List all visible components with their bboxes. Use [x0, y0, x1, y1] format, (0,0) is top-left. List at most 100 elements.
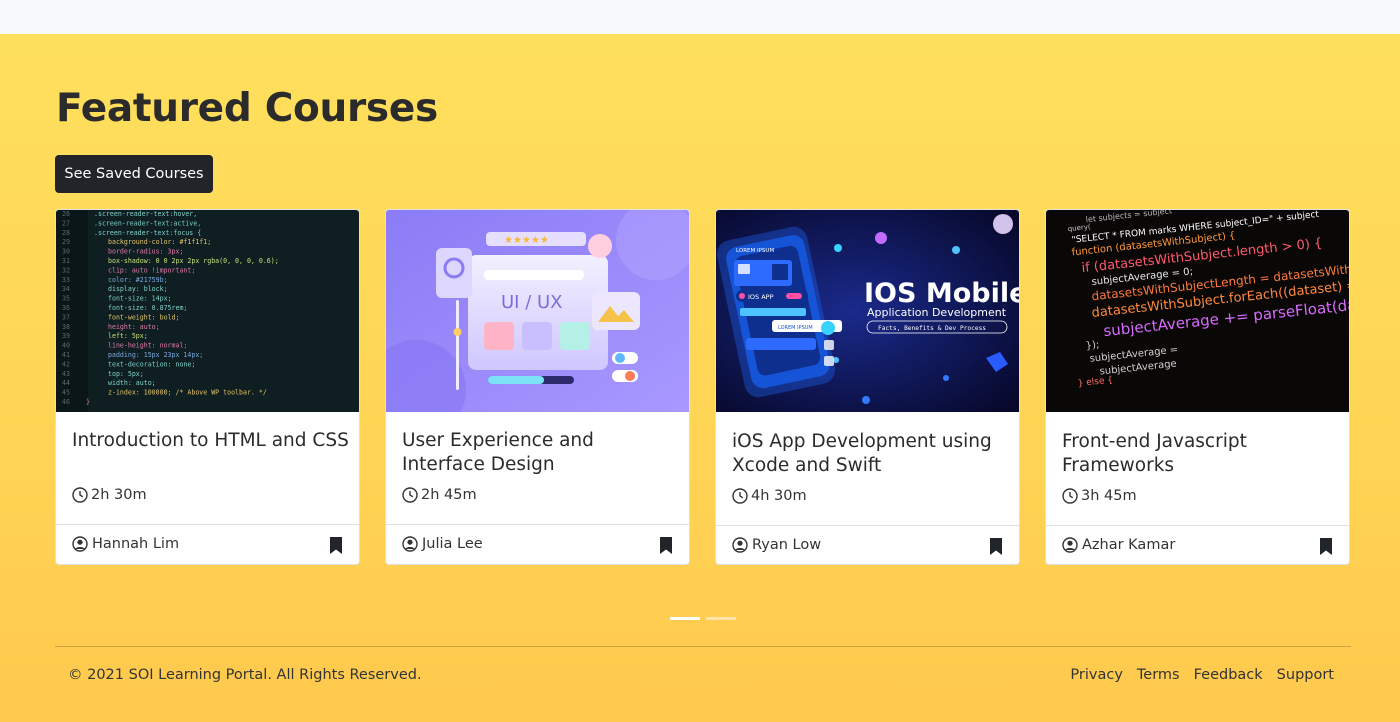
course-duration: 2h 45m — [402, 487, 477, 503]
footer-links: Privacy Terms Feedback Support — [1070, 667, 1334, 683]
code-line: left: 5px; — [108, 332, 148, 340]
carousel-indicator-2[interactable] — [706, 617, 736, 620]
course-card[interactable]: LOREM IPSUM IOS APP LOREM IPSUM IOS Mobi… — [715, 209, 1020, 565]
author-name: Julia Lee — [422, 536, 483, 552]
code-line: }); — [1085, 340, 1100, 352]
user-circle-icon — [402, 536, 418, 552]
course-title: Introduction to HTML and CSS — [72, 430, 349, 451]
code-line-number: 38 — [62, 323, 70, 331]
phone-badge: IOS APP — [748, 293, 774, 301]
code-line: border-radius: 3px; — [108, 248, 183, 256]
code-line: } — [86, 398, 90, 406]
duration-text: 3h 45m — [1081, 488, 1137, 504]
ios-image-tagline: Facts, Benefits & Dev Process — [878, 325, 986, 332]
code-line-number: 43 — [62, 370, 70, 378]
code-line-number: 34 — [62, 285, 70, 293]
code-line: top: 5px; — [108, 370, 144, 378]
code-line-number: 45 — [62, 389, 70, 397]
footer-divider — [55, 646, 1351, 647]
carousel-indicator-1[interactable] — [670, 617, 700, 620]
user-circle-icon — [72, 536, 88, 552]
course-author: Julia Lee — [402, 536, 483, 552]
duration-text: 2h 30m — [91, 487, 147, 503]
author-name: Hannah Lim — [92, 536, 180, 552]
course-author: Azhar Kamar — [1062, 537, 1175, 553]
course-card[interactable]: ★★★★★ UI / UX User Experience and Interf… — [385, 209, 690, 565]
code-line: font-size: 0.875rem; — [108, 304, 187, 312]
footer-link-terms[interactable]: Terms — [1137, 667, 1180, 683]
user-circle-icon — [732, 537, 748, 553]
code-line: display: block; — [108, 285, 168, 293]
bookmark-icon[interactable] — [659, 537, 673, 554]
ios-image-heading: IOS Mobile — [864, 278, 1020, 309]
author-name: Ryan Low — [752, 537, 822, 553]
clock-icon — [402, 487, 418, 503]
phone-mid-label: LOREM IPSUM — [778, 325, 813, 331]
footer-link-support[interactable]: Support — [1277, 667, 1334, 683]
see-saved-courses-button[interactable]: See Saved Courses — [55, 155, 213, 193]
author-name: Azhar Kamar — [1082, 537, 1176, 553]
clock-icon — [1062, 488, 1078, 504]
code-line: .screen-reader-text:active, — [94, 219, 201, 227]
code-line: padding: 15px 23px 14px; — [108, 351, 203, 359]
card-footer: Ryan Low — [716, 525, 1019, 564]
code-line: line-height: normal; — [108, 342, 187, 350]
course-duration: 2h 30m — [72, 487, 147, 503]
code-line: background-color: #f1f1f1; — [108, 238, 211, 246]
footer-link-feedback[interactable]: Feedback — [1194, 667, 1263, 683]
code-line: font-weight: bold; — [108, 313, 179, 321]
course-card[interactable]: let subjects = subject query("SELECT * FR… — [1045, 209, 1350, 565]
code-line-number: 26 — [62, 210, 70, 218]
code-line-number: 37 — [62, 313, 70, 321]
bookmark-icon[interactable] — [1319, 538, 1333, 555]
code-line-number: 32 — [62, 266, 70, 274]
carousel-indicators — [670, 617, 736, 620]
code-line-number: 46 — [62, 398, 70, 406]
course-title: iOS App Development using Xcode and Swif… — [732, 431, 992, 476]
code-line-number: 30 — [62, 248, 70, 256]
card-footer: Azhar Kamar — [1046, 525, 1349, 564]
course-thumbnail-html-css: 26 .screen-reader-text:hover, 27 .screen-re… — [56, 210, 359, 412]
code-line: font-size: 14px; — [108, 295, 172, 303]
user-circle-icon — [1062, 537, 1078, 553]
course-thumbnail-ui-ux: ★★★★★ UI / UX — [386, 210, 689, 412]
code-line-number: 27 — [62, 219, 70, 227]
copyright-text: © 2021 SOI Learning Portal. All Rights R… — [68, 667, 422, 683]
course-thumbnail-javascript: let subjects = subject query("SELECT * FR… — [1046, 210, 1349, 412]
code-line: .screen-reader-text:hover, — [94, 210, 197, 218]
code-line-number: 28 — [62, 229, 70, 237]
code-line-number: 36 — [62, 304, 70, 312]
course-card[interactable]: 26 .screen-reader-text:hover, 27 .screen-re… — [55, 209, 360, 565]
footer-link-privacy[interactable]: Privacy — [1070, 667, 1123, 683]
code-line-number: 35 — [62, 295, 70, 303]
duration-text: 4h 30m — [751, 488, 807, 504]
code-line-number: 29 — [62, 238, 70, 246]
code-line-number: 31 — [62, 257, 70, 265]
code-line: text-decoration: none; — [108, 360, 195, 368]
code-line-number: 39 — [62, 332, 70, 340]
course-title: Front-end Javascript Frameworks — [1062, 431, 1247, 476]
code-line: box-shadow: 0 0 2px 2px rgba(0, 0, 0, 0.… — [108, 257, 279, 265]
course-author: Ryan Low — [732, 537, 821, 553]
phone-top-label: LOREM IPSUM — [736, 248, 774, 254]
code-line: z-index: 100000; /* Above WP toolbar. */ — [108, 389, 267, 397]
course-duration: 4h 30m — [732, 488, 807, 504]
page-title: Featured Courses — [56, 86, 438, 131]
bookmark-icon[interactable] — [329, 537, 343, 554]
code-line: height: auto; — [108, 323, 160, 331]
duration-text: 2h 45m — [421, 487, 477, 503]
course-title: User Experience and Interface Design — [402, 430, 594, 475]
ui-ux-image-text: UI / UX — [501, 292, 563, 313]
clock-icon — [72, 487, 88, 503]
code-line: width: auto; — [108, 379, 156, 387]
ios-image-subheading: Application Development — [867, 306, 1007, 319]
code-line: .screen-reader-text:focus { — [94, 229, 201, 237]
code-line: clip: auto !important; — [108, 266, 195, 274]
bookmark-icon[interactable] — [989, 538, 1003, 555]
card-footer: Julia Lee — [386, 524, 689, 564]
top-navbar-strip — [0, 0, 1400, 34]
svg-text:★★★★★: ★★★★★ — [504, 235, 549, 246]
course-duration: 3h 45m — [1062, 488, 1137, 504]
course-thumbnail-ios: LOREM IPSUM IOS APP LOREM IPSUM IOS Mobi… — [716, 210, 1020, 412]
clock-icon — [732, 488, 748, 504]
